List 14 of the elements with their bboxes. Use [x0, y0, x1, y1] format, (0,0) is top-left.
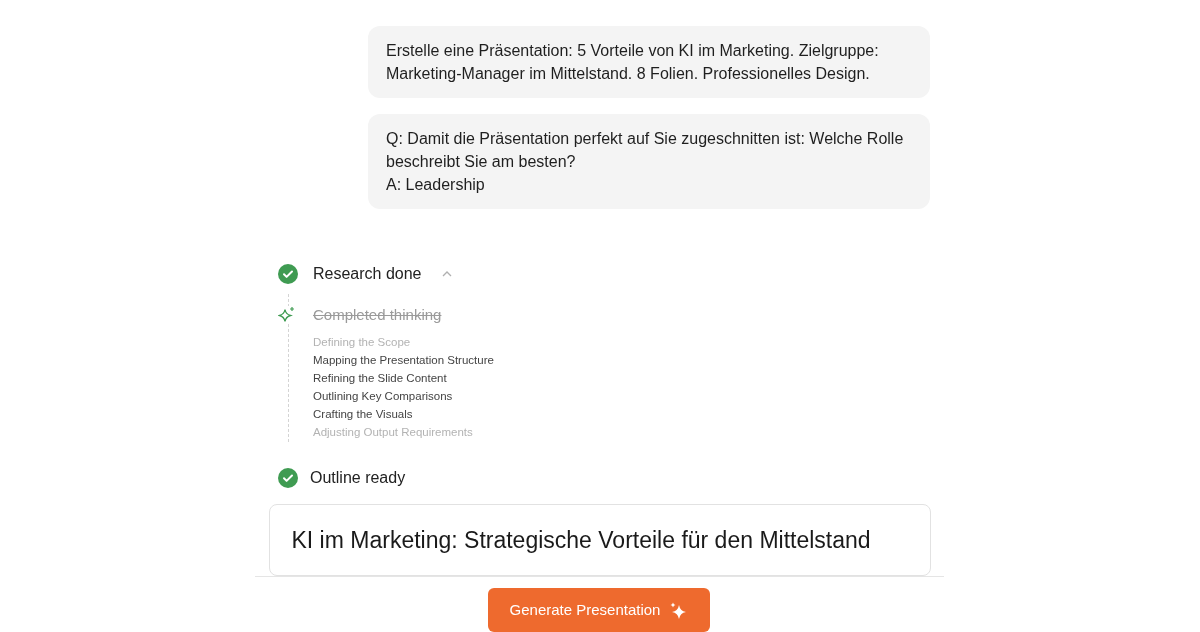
presentation-title: KI im Marketing: Strategische Vorteile für den Mittelstand [291, 525, 871, 555]
message-text: A: Leadership [386, 175, 486, 195]
step-title: Research done [313, 264, 422, 284]
step-title: Outline ready [310, 468, 406, 488]
thinking-step: Refining the Slide Content [313, 369, 494, 387]
message-text: Erstelle eine Präsentation: 5 Vorteile von KI im Marketing. Zielgruppe: Marketing-Manager im Mittelstand. 8 Folien. Professionelles Design. [386, 41, 880, 84]
thinking-step: Crafting the Visuals [313, 405, 494, 423]
thinking-title: Completed thinking [313, 304, 442, 325]
message-text: Q: Damit die Präsentation perfekt auf Sie zugeschnitten ist: Welche Rolle beschreibt Sie am besten? [386, 129, 905, 172]
thinking-step: Mapping the Presentation Structure [313, 351, 494, 369]
thinking-step: Adjusting Output Requirements [313, 423, 494, 441]
generate-button[interactable]: Generate Presentation [488, 588, 710, 632]
thinking-step: Outlining Key Comparisons [313, 387, 494, 405]
thinking-step: Defining the Scope [313, 333, 494, 351]
